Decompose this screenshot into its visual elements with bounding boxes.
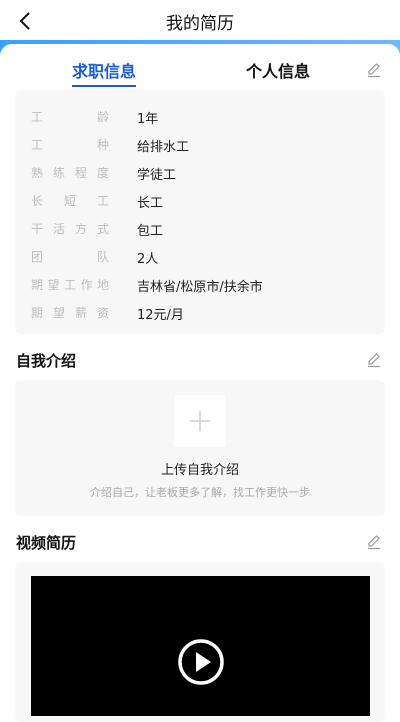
info-value: 12元/月	[137, 308, 184, 323]
edit-icon[interactable]	[366, 352, 382, 368]
info-value: 学徒工	[137, 168, 177, 183]
info-label: 熟练程度	[31, 166, 109, 180]
self-intro-title: 自我介绍	[16, 352, 77, 370]
info-row-skill-level: 熟练程度 学徒工	[15, 164, 385, 184]
info-value: 长工	[137, 196, 164, 211]
tab-job-info[interactable]: 求职信息	[72, 58, 137, 87]
info-row-work-years: 工龄 1年	[15, 108, 385, 128]
video-resume-card	[15, 562, 385, 722]
edit-icon[interactable]	[366, 534, 382, 550]
info-row-expected-location: 期望工作地 吉林省/松原市/扶余市	[15, 276, 385, 296]
video-player[interactable]	[31, 576, 370, 716]
info-row-term: 长短工 长工	[15, 192, 385, 212]
page-title: 我的简历	[166, 14, 234, 34]
info-label: 干活方式	[31, 222, 109, 236]
resume-tabs: 求职信息 个人信息	[0, 58, 400, 88]
info-label: 期望薪资	[31, 306, 109, 320]
info-row-team: 团队 2人	[15, 248, 385, 268]
self-intro-card: 上传自我介绍 介绍自己，让老板更多了解，找工作更快一步	[15, 380, 385, 516]
info-row-expected-salary: 期望薪资 12元/月	[15, 304, 385, 324]
resume-content: 求职信息 个人信息 工龄 1年 工种 给排水工 熟练程度 学徒工 长短工 长工 …	[0, 44, 400, 722]
edit-icon[interactable]	[366, 62, 382, 78]
tab-personal-info[interactable]: 个人信息	[246, 58, 310, 82]
job-info-card: 工龄 1年 工种 给排水工 熟练程度 学徒工 长短工 长工 干活方式 包工 团队…	[15, 90, 385, 334]
info-value: 包工	[137, 224, 164, 239]
info-value: 1年	[137, 112, 159, 127]
play-icon[interactable]	[177, 638, 225, 686]
info-value: 2人	[137, 252, 159, 267]
plus-icon	[190, 411, 210, 431]
app-header: 我的简历	[0, 0, 400, 42]
info-row-work-mode: 干活方式 包工	[15, 220, 385, 240]
info-label: 工种	[31, 138, 109, 152]
info-value: 给排水工	[137, 140, 190, 155]
upload-intro-button[interactable]	[174, 395, 226, 447]
video-resume-title: 视频简历	[16, 534, 77, 552]
info-value: 吉林省/松原市/扶余市	[137, 280, 263, 295]
info-label: 期望工作地	[31, 278, 109, 292]
upload-intro-hint: 介绍自己，让老板更多了解，找工作更快一步	[90, 486, 310, 499]
info-row-job-type: 工种 给排水工	[15, 136, 385, 156]
info-label: 团队	[31, 250, 109, 264]
info-label: 工龄	[31, 110, 109, 124]
upload-intro-label: 上传自我介绍	[160, 463, 239, 478]
info-label: 长短工	[31, 194, 109, 208]
